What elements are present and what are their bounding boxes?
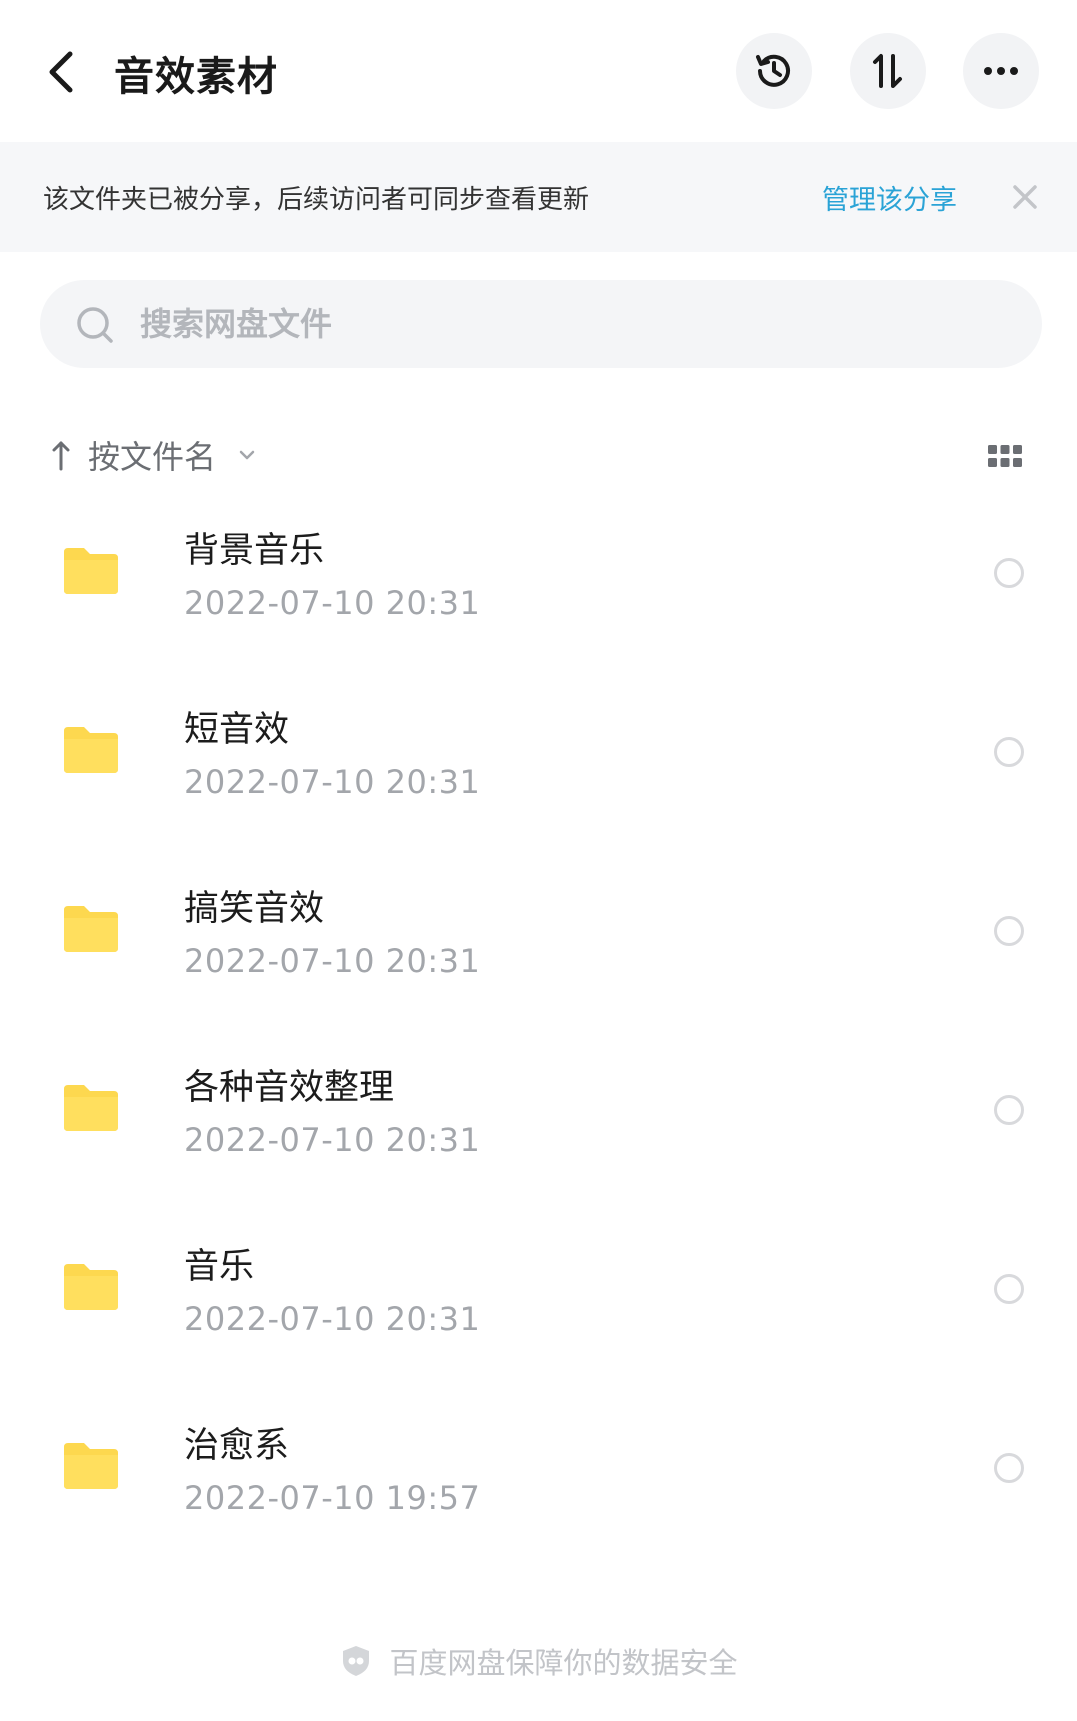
- file-name: 各种音效整理: [184, 1068, 395, 1108]
- chevron-down-icon: [239, 450, 255, 460]
- select-checkbox[interactable]: [994, 1274, 1024, 1304]
- sort-label: 按文件名: [88, 438, 217, 476]
- back-button[interactable]: [40, 40, 84, 104]
- list-item[interactable]: 背景音乐 2022-07-10 20:31: [0, 500, 1077, 679]
- more-icon: [984, 67, 1018, 75]
- select-checkbox[interactable]: [994, 1095, 1024, 1125]
- sort-bar: 按文件名: [0, 420, 1077, 490]
- select-checkbox[interactable]: [994, 558, 1024, 588]
- file-date: 2022-07-10 20:31: [184, 1300, 481, 1338]
- file-date: 2022-07-10 20:31: [184, 1121, 481, 1159]
- list-item[interactable]: 搞笑音效 2022-07-10 20:31: [0, 858, 1077, 1037]
- grid-icon[interactable]: [986, 442, 1024, 470]
- transfer-icon: [873, 54, 902, 88]
- folder-icon: [64, 1264, 118, 1310]
- file-name: 治愈系: [184, 1426, 290, 1466]
- file-date: 2022-07-10 20:31: [184, 942, 481, 980]
- file-date: 2022-07-10 20:31: [184, 584, 481, 622]
- select-checkbox[interactable]: [994, 737, 1024, 767]
- list-item[interactable]: 音乐 2022-07-10 20:31: [0, 1216, 1077, 1395]
- folder-icon: [64, 906, 118, 952]
- share-banner-text: 该文件夹已被分享，后续访问者可同步查看更新: [43, 184, 590, 215]
- footer-text: 百度网盘保障你的数据安全: [389, 1646, 738, 1680]
- file-name: 音乐: [184, 1247, 255, 1287]
- file-list: 背景音乐 2022-07-10 20:31 短音效 2022-07-10 20:…: [0, 500, 1077, 1574]
- page-title: 音效素材: [114, 54, 278, 100]
- manage-share-link[interactable]: 管理该分享: [822, 178, 957, 217]
- search-input[interactable]: [140, 294, 1000, 354]
- close-banner-button[interactable]: [1006, 178, 1044, 216]
- folder-icon: [64, 548, 118, 594]
- folder-icon: [64, 1443, 118, 1489]
- select-checkbox[interactable]: [994, 1453, 1024, 1483]
- list-item[interactable]: 治愈系 2022-07-10 19:57: [0, 1395, 1077, 1574]
- history-button[interactable]: [736, 33, 812, 109]
- folder-icon: [64, 1085, 118, 1131]
- folder-icon: [64, 727, 118, 773]
- more-button[interactable]: [963, 33, 1039, 109]
- shield-icon: [343, 1646, 370, 1676]
- chevron-left-icon: [49, 51, 73, 93]
- header: 音效素材: [0, 0, 1077, 142]
- transfer-button[interactable]: [850, 33, 926, 109]
- history-icon: [756, 54, 790, 87]
- file-name: 搞笑音效: [184, 889, 325, 929]
- close-icon: [1013, 185, 1037, 209]
- file-date: 2022-07-10 19:57: [184, 1479, 481, 1517]
- sort-button[interactable]: 按文件名: [48, 430, 258, 480]
- arrow-up-icon: [52, 441, 70, 471]
- search-icon: [77, 307, 113, 343]
- file-date: 2022-07-10 20:31: [184, 763, 481, 801]
- file-name: 背景音乐: [184, 531, 325, 571]
- footer-inner: 百度网盘保障你的数据安全: [339, 1640, 738, 1682]
- search-bar[interactable]: [40, 280, 1042, 368]
- select-checkbox[interactable]: [994, 916, 1024, 946]
- list-item[interactable]: 短音效 2022-07-10 20:31: [0, 679, 1077, 858]
- footer: 百度网盘保障你的数据安全: [0, 1636, 1077, 1686]
- list-item[interactable]: 各种音效整理 2022-07-10 20:31: [0, 1037, 1077, 1216]
- share-banner: 该文件夹已被分享，后续访问者可同步查看更新 管理该分享: [0, 142, 1077, 252]
- page: 音效素材 该文件夹已被分享，后续访问者可同步查看更新 管理该分享 搜索网盘文件 …: [0, 0, 1077, 1721]
- file-name: 短音效: [184, 710, 290, 750]
